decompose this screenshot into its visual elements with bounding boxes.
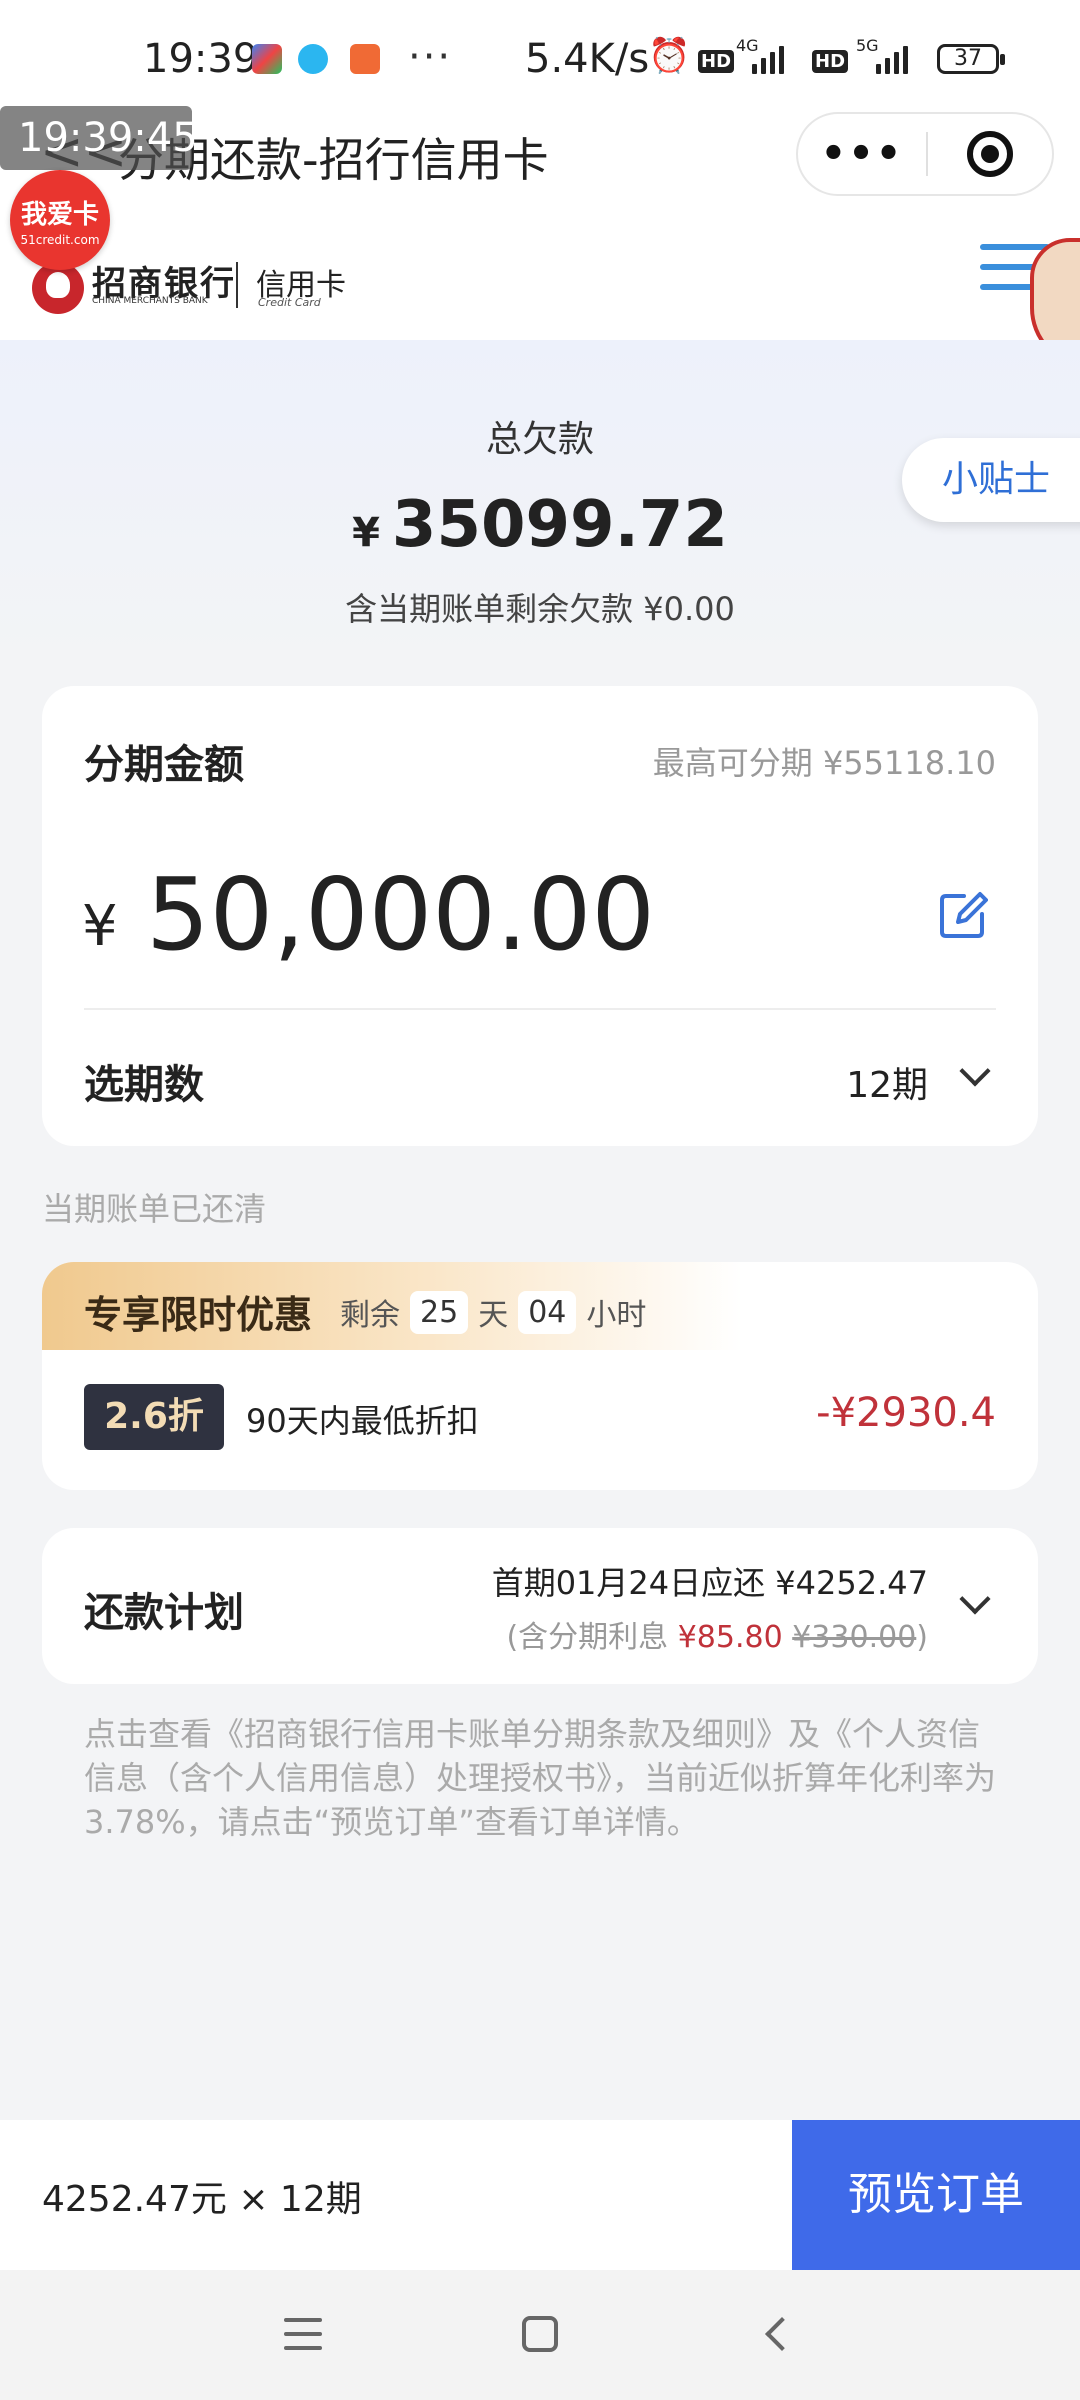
countdown-prefix: 剩余 — [340, 1298, 400, 1333]
promo-title: 专享限时优惠 — [84, 1293, 313, 1337]
countdown-hours: 04 — [518, 1290, 577, 1334]
current-bill-remaining: 含当期账单剩余欠款 ¥0.00 — [345, 590, 735, 628]
discount-tag: 2.6折 — [84, 1384, 224, 1450]
net-speed: 5.4K/s — [525, 36, 650, 82]
chevron-down-icon[interactable] — [959, 1583, 991, 1615]
currency-symbol: ¥ — [352, 510, 380, 556]
period-select-label: 选期数 — [84, 1062, 204, 1108]
hd-icon: HD — [698, 50, 735, 73]
interest-original: ¥330.00 — [792, 1620, 917, 1655]
promo-card: 专享限时优惠 剩余 25 天 04 小时 2.6折 90天内最低折扣 -¥293… — [42, 1262, 1038, 1490]
status-more-icon: ··· — [408, 34, 453, 80]
interest-text: (含分期利息 ¥85.80 ¥330.00) — [506, 1612, 928, 1656]
chevron-down-icon[interactable] — [959, 1055, 991, 1087]
recent-apps-icon[interactable] — [284, 2318, 322, 2360]
battery-icon: 37 — [937, 44, 1005, 74]
max-installment-text: 最高可分期 ¥55118.10 — [652, 744, 996, 782]
divider — [84, 1008, 996, 1010]
badge-title: 我爱卡 — [20, 200, 99, 230]
edit-icon[interactable] — [938, 890, 988, 940]
more-button[interactable]: ••• — [798, 131, 926, 177]
app-notification-icon — [252, 44, 282, 74]
installment-amount-label: 分期金额 — [84, 742, 244, 788]
mini-program-capsule: ••• — [796, 112, 1054, 196]
period-select-value[interactable]: 12期 — [846, 1056, 928, 1108]
hd-icon: HD — [812, 50, 849, 73]
terms-text[interactable]: 点击查看《招商银行信用卡账单分期条款及细则》及《个人资信信息（含个人信用信息）处… — [84, 1712, 996, 1844]
repayment-plan-label: 还款计划 — [84, 1590, 244, 1636]
bank-divider — [236, 262, 238, 308]
preview-order-button[interactable]: 预览订单 — [792, 2120, 1080, 2270]
interest-discounted: ¥85.80 — [677, 1620, 783, 1655]
status-time: 19:39 — [143, 36, 259, 82]
interest-prefix: (含分期利息 — [506, 1620, 678, 1655]
discount-amount: -¥2930.4 — [816, 1390, 996, 1436]
total-debt-value: 35099.72 — [391, 488, 728, 562]
signal-icon — [752, 42, 784, 74]
discount-description: 90天内最低折扣 — [246, 1402, 479, 1440]
bill-cleared-note: 当期账单已还清 — [42, 1190, 267, 1228]
installment-amount-value[interactable]: 50,000.00 — [146, 856, 655, 973]
home-icon[interactable] — [522, 2316, 558, 2352]
badge-url: 51credit.com — [20, 233, 100, 247]
credit-card-label-en: Credit Card — [258, 296, 321, 309]
app-notification-icon — [350, 44, 380, 74]
currency-symbol: ¥ — [82, 894, 118, 959]
51credit-badge[interactable]: 我爱卡 51credit.com — [10, 170, 110, 270]
overlay-clock: 19:39:45 — [0, 106, 198, 170]
tips-button[interactable]: 小贴士 — [902, 438, 1080, 522]
app-notification-icon — [298, 44, 328, 74]
countdown-days: 25 — [410, 1290, 469, 1334]
repayment-plan-card[interactable]: 还款计划 首期01月24日应还 ¥4252.47 (含分期利息 ¥85.80 ¥… — [42, 1528, 1038, 1684]
interest-suffix: ) — [916, 1620, 928, 1655]
countdown-hour-unit: 小时 — [586, 1298, 647, 1333]
alarm-icon: ⏰ — [648, 36, 691, 76]
close-button[interactable] — [928, 131, 1052, 177]
target-close-icon — [967, 131, 1013, 177]
promo-countdown: 剩余 25 天 04 小时 — [340, 1290, 646, 1334]
signal-icon — [876, 42, 908, 74]
payment-summary: 4252.47元 × 12期 — [42, 2179, 362, 2220]
first-payment-text: 首期01月24日应还 ¥4252.47 — [491, 1564, 928, 1602]
countdown-day-unit: 天 — [478, 1298, 509, 1333]
installment-amount-card: 分期金额 最高可分期 ¥55118.10 ¥ 50,000.00 选期数 12期 — [42, 686, 1038, 1146]
bank-name-en: CHINA MERCHANTS BANK — [92, 296, 208, 306]
